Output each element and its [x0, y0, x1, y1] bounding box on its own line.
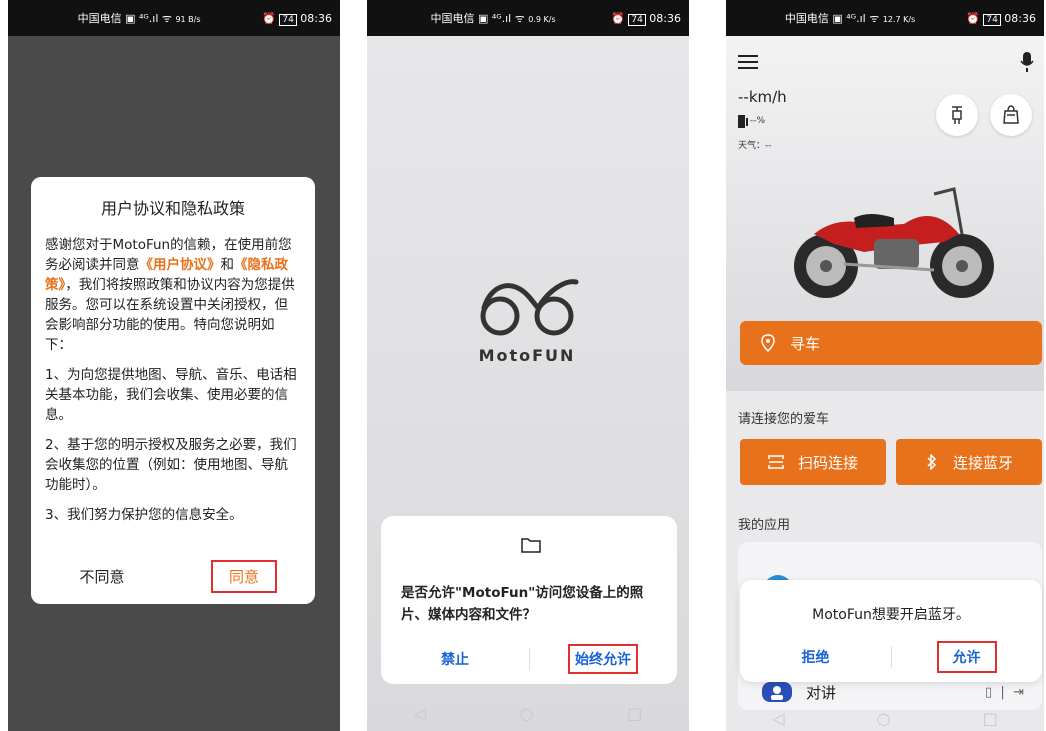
- folder-icon: [521, 538, 541, 553]
- carrier-label: 中国电信: [430, 12, 475, 25]
- carrier-label: 中国电信: [77, 12, 122, 25]
- fuel-icon: [738, 115, 748, 128]
- intercom-icon: [762, 682, 792, 702]
- reject-button[interactable]: 拒绝: [740, 642, 891, 672]
- status-bar: 中国电信 ▣ ⁴ᴳ.ıl ᯤ 12.7 K/s ⏰ 74 08:36: [726, 0, 1044, 36]
- scan-icon: [768, 455, 784, 469]
- network-speed: 12.7 K/s: [882, 15, 916, 24]
- recents-icon[interactable]: □: [627, 704, 642, 723]
- phone-screen-splash: 中国电信 ▣ ⁴ᴳ.ıl ᯤ 0.9 K/s ⏰ 74 08:36 MotoFU…: [367, 0, 689, 731]
- fuel-readout: --%: [738, 114, 765, 128]
- logo-text: MotoFUN: [478, 346, 576, 365]
- navigation-bar: ◁ ○ □: [726, 705, 1044, 731]
- disagree-button[interactable]: 不同意: [31, 558, 173, 594]
- find-car-button[interactable]: 寻车: [740, 321, 1042, 365]
- permission-message: 是否允许"MotoFun"访问您设备上的照片、媒体内容和文件？: [401, 585, 644, 623]
- status-bar: 中国电信 ▣ ⁴ᴳ.ıl ᯤ 0.9 K/s ⏰ 74 08:36: [367, 0, 689, 36]
- dialog-body: 感谢您对于MotoFun的信赖，在使用前您务必阅读并同意《用户协议》和《隐私政策…: [45, 235, 301, 525]
- phone-screen-home: 中国电信 ▣ ⁴ᴳ.ıl ᯤ 12.7 K/s ⏰ 74 08:36 --km/…: [726, 0, 1044, 731]
- agree-button[interactable]: 同意: [210, 559, 277, 593]
- clause-1: 1、为向您提供地图、导航、音乐、电话相关基本功能，我们会收集、使用必要的信息。: [45, 367, 297, 423]
- deny-button[interactable]: 禁止: [381, 644, 529, 674]
- weather-readout: 天气：--: [738, 141, 772, 151]
- home-icon[interactable]: ○: [520, 704, 534, 723]
- clause-2: 2、基于您的明示授权及服务之必要，我们会收集您的位置（例如：使用地图、导航功能时…: [45, 437, 297, 493]
- recents-icon[interactable]: □: [983, 709, 998, 728]
- clock: 08:36: [1004, 11, 1036, 25]
- clipboard-icon[interactable]: ▯: [985, 685, 992, 700]
- network-speed: 91 B/s: [175, 15, 201, 24]
- clause-3: 3、我们努力保护您的信息安全。: [45, 507, 243, 523]
- battery-indicator: 74: [983, 13, 1001, 26]
- permission-dialog: 是否允许"MotoFun"访问您设备上的照片、媒体内容和文件？ 禁止 始终允许: [381, 516, 677, 684]
- bluetooth-message: MotoFun想要开启蓝牙。: [812, 607, 970, 623]
- dialog-actions: 禁止 始终允许: [381, 644, 677, 674]
- bluetooth-connect-button[interactable]: 连接蓝牙: [896, 439, 1042, 485]
- battery-indicator: 74: [279, 13, 297, 26]
- clock: 08:36: [649, 11, 681, 25]
- microphone-icon[interactable]: [1020, 52, 1034, 72]
- back-icon[interactable]: ◁: [772, 709, 784, 728]
- bluetooth-dialog: MotoFun想要开启蓝牙。 拒绝 允许: [740, 580, 1042, 682]
- network-speed: 0.9 K/s: [528, 15, 556, 24]
- scan-connect-button[interactable]: 扫码连接: [740, 439, 886, 485]
- scooter-icon: [952, 106, 962, 124]
- shop-button[interactable]: [990, 94, 1032, 136]
- connect-label: 请连接您的爱车: [738, 412, 830, 427]
- speed-readout: --km/h: [738, 88, 787, 106]
- battery-indicator: 74: [628, 13, 646, 26]
- allow-button[interactable]: 允许: [936, 641, 997, 673]
- allow-always-button[interactable]: 始终允许: [568, 644, 638, 674]
- app-item-intercom[interactable]: 对讲 ▯ | ⇥: [738, 680, 1042, 704]
- dialog-title: 用户协议和隐私政策: [100, 199, 245, 218]
- shopping-bag-icon: [1003, 105, 1019, 124]
- status-bar: 中国电信 ▣ ⁴ᴳ.ıl ᯤ 91 B/s ⏰ 74 08:36: [8, 0, 340, 36]
- scooter-button[interactable]: [936, 94, 978, 136]
- motofun-logo-icon: [480, 279, 579, 336]
- motorcycle-image: [794, 187, 994, 298]
- agreement-dialog: 用户协议和隐私政策 感谢您对于MotoFun的信赖，在使用前您务必阅读并同意《用…: [31, 177, 315, 604]
- menu-icon[interactable]: [738, 54, 758, 70]
- location-icon: [761, 334, 775, 352]
- my-apps-label: 我的应用: [738, 518, 791, 533]
- bluetooth-icon: [927, 454, 937, 470]
- dialog-actions: 拒绝 允许: [740, 641, 1042, 673]
- vehicle-panel: --km/h --% 天气：-- 寻车: [726, 36, 1044, 391]
- carrier-label: 中国电信: [784, 12, 829, 25]
- home-icon[interactable]: ○: [877, 709, 891, 728]
- dialog-actions: 不同意 同意: [31, 558, 315, 594]
- user-agreement-link[interactable]: 《用户协议》: [140, 257, 221, 273]
- motofun-logo: MotoFUN: [472, 268, 582, 368]
- clock: 08:36: [300, 11, 332, 25]
- phone-screen-agreement: 中国电信 ▣ ⁴ᴳ.ıl ᯤ 91 B/s ⏰ 74 08:36 用户协议和隐私…: [8, 0, 340, 731]
- navigation-bar: ◁ ○ □: [367, 695, 689, 731]
- exit-icon[interactable]: ⇥: [1013, 685, 1024, 700]
- back-icon[interactable]: ◁: [414, 704, 426, 723]
